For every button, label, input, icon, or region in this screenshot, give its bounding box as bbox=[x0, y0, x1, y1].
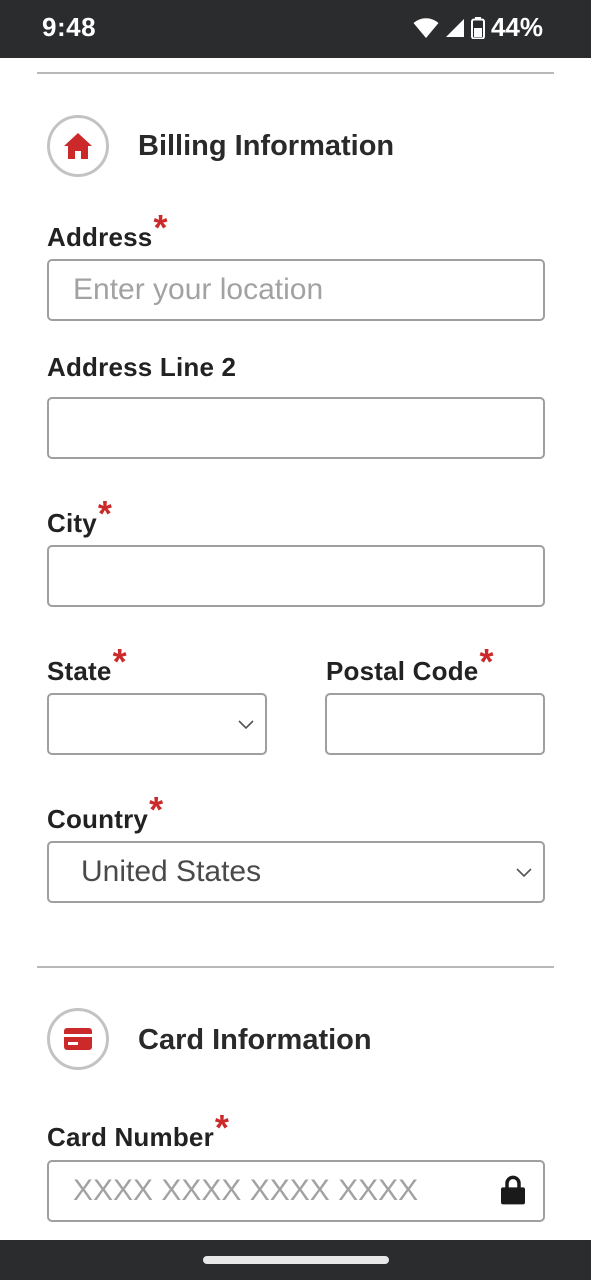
address-input[interactable]: Enter your location bbox=[47, 259, 545, 321]
required-marker: * bbox=[112, 641, 127, 682]
card-number-input[interactable]: XXXX XXXX XXXX XXXX bbox=[47, 1160, 545, 1222]
home-icon bbox=[64, 133, 92, 159]
cell-signal-icon bbox=[445, 18, 465, 38]
card-number-label: Card Number* bbox=[47, 1107, 230, 1152]
country-label: Country* bbox=[47, 789, 164, 834]
address-line2-input[interactable] bbox=[47, 397, 545, 459]
address-line2-label: Address Line 2 bbox=[47, 352, 237, 382]
state-select[interactable] bbox=[47, 693, 267, 755]
chevron-down-icon bbox=[516, 868, 532, 878]
home-gesture-handle[interactable] bbox=[203, 1256, 389, 1264]
credit-card-icon bbox=[64, 1028, 92, 1050]
lock-icon bbox=[501, 1175, 525, 1205]
billing-section-title: Billing Information bbox=[138, 130, 395, 162]
city-label: City* bbox=[47, 493, 113, 538]
country-select-value: United States bbox=[81, 855, 262, 888]
card-section-title: Card Information bbox=[138, 1024, 372, 1056]
required-marker: * bbox=[214, 1107, 230, 1148]
address-placeholder: Enter your location bbox=[73, 273, 324, 306]
status-bar: 9:48 44% bbox=[0, 0, 591, 58]
required-marker: * bbox=[479, 641, 494, 682]
navigation-bar bbox=[0, 1240, 591, 1280]
card-section-icon bbox=[47, 1008, 109, 1070]
required-marker: * bbox=[149, 789, 164, 830]
battery-icon bbox=[470, 16, 485, 39]
section-divider bbox=[37, 966, 554, 968]
top-divider bbox=[37, 72, 554, 74]
card-number-placeholder: XXXX XXXX XXXX XXXX bbox=[73, 1174, 419, 1207]
battery-percent: 44% bbox=[490, 12, 543, 42]
status-indicators: 44% bbox=[413, 12, 543, 43]
city-input[interactable] bbox=[47, 545, 545, 607]
country-select[interactable]: United States bbox=[47, 841, 545, 903]
required-marker: * bbox=[153, 207, 168, 248]
postal-code-label: Postal Code* bbox=[326, 641, 494, 686]
wifi-icon bbox=[413, 17, 439, 39]
postal-code-input[interactable] bbox=[325, 693, 545, 755]
billing-home-icon bbox=[47, 115, 109, 177]
status-time: 9:48 bbox=[42, 12, 97, 42]
chevron-down-icon bbox=[238, 720, 254, 730]
state-label: State* bbox=[47, 641, 127, 686]
payment-form: Billing Information Address* Enter your … bbox=[0, 58, 591, 1240]
address-label: Address* bbox=[47, 207, 168, 252]
required-marker: * bbox=[97, 493, 113, 534]
